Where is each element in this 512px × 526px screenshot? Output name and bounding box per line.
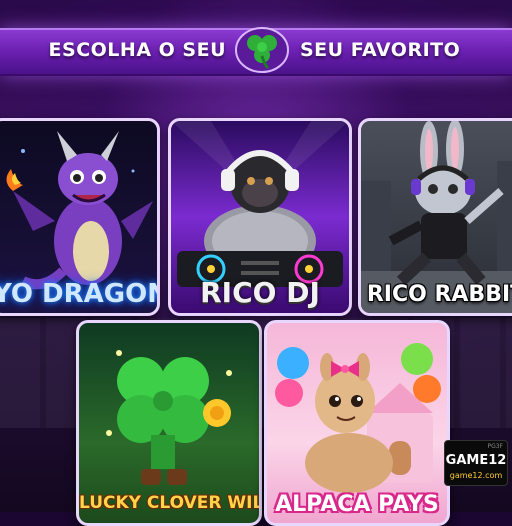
game-title-rico-dj: RICO DJ: [200, 276, 320, 309]
game12-logo[interactable]: PG3F GAME12 game12.com: [444, 440, 508, 486]
game-title-dragon: YO DRAGON: [0, 279, 160, 309]
logo-small-text: PG3F: [487, 443, 503, 450]
game-card-lucky-clover-wild[interactable]: LUCKY CLOVER WILD: [76, 320, 262, 526]
game-title-alpaca-pays: ALPACA PAYS: [275, 492, 439, 517]
game-card-dragon[interactable]: YO DRAGON: [0, 118, 160, 316]
game-title-rico-rabbit: RICO RABBIT: [366, 282, 512, 307]
game-title-lucky-clover-wild: LUCKY CLOVER WILD: [79, 493, 262, 513]
header-right-text: SEU FAVORITO: [300, 39, 461, 61]
header-left-text: ESCOLHA O SEU: [48, 39, 226, 61]
clover-icon: [234, 26, 290, 74]
game-card-rico-dj[interactable]: RICO DJ: [168, 118, 352, 316]
game-card-alpaca-pays[interactable]: ALPACA PAYS: [264, 320, 450, 526]
game-card-rico-rabbit[interactable]: RICO RABBIT: [358, 118, 512, 316]
logo-url: game12.com: [449, 471, 503, 480]
logo-name: GAME12: [445, 453, 507, 468]
